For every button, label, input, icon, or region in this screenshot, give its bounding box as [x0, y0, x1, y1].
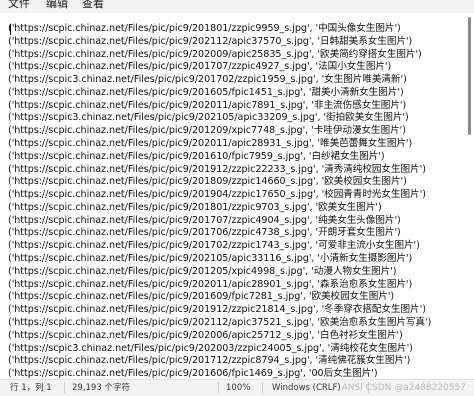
text-line: ('https://scpic.chinaz.net/Files/pic/pic… — [8, 329, 403, 341]
text-line: ('https://scpic.chinaz.net/Files/pic/pic… — [8, 355, 411, 367]
notepad-window: 文件 编辑 查看 ('https://scpic.chinaz.net/File… — [0, 0, 474, 396]
text-editor-area[interactable]: ('https://scpic.chinaz.net/Files/pic/pic… — [0, 13, 474, 379]
status-divider — [218, 382, 219, 394]
text-line: ('https://scpic.chinaz.net/Files/pic/pic… — [8, 304, 426, 316]
text-line: ('https://scpic.chinaz.net/Files/pic/pic… — [8, 61, 392, 73]
text-line: ('https://scpic.chinaz.net/Files/pic/pic… — [8, 201, 382, 213]
text-line: ('https://scpic.chinaz.net/Files/pic/pic… — [8, 214, 401, 226]
character-count: 29,193 个字符 — [72, 383, 130, 393]
cursor-position: 行 1，列 1 — [10, 383, 52, 393]
text-line: ('https://scpic.chinaz.net/Files/pic/pic… — [8, 227, 401, 239]
encoding-label: ANSI — [341, 383, 363, 393]
menu-edit[interactable]: 编辑 — [46, 0, 68, 11]
text-line: ('https://scpic.chinaz.net/Files/pic/pic… — [8, 86, 404, 98]
text-line: ('https://scpic.chinaz.net/Files/pic/pic… — [8, 265, 397, 277]
line-ending: Windows (CRLF) — [272, 383, 341, 393]
status-bar: 行 1，列 1 29,193 个字符 100% Windows (CRLF) A… — [0, 379, 474, 396]
menu-file[interactable]: 文件 — [8, 0, 30, 11]
text-line: ('https://scpic.chinaz.net/Files/pic/pic… — [8, 48, 422, 60]
text-line: ('https://scpic.chinaz.net/Files/pic/pic… — [8, 35, 413, 47]
menu-bar: 文件 编辑 查看 — [0, 0, 474, 13]
text-line: ('https://scpic.chinaz.net/Files/pic/pic… — [8, 278, 413, 290]
text-line: ('https://scpic3.chinaz.net/Files/pic/pi… — [8, 74, 407, 86]
zoom-level[interactable]: 100% — [226, 383, 250, 394]
text-line: ('https://scpic.chinaz.net/Files/pic/pic… — [8, 316, 432, 328]
watermark-text: CSDN @a2488220557 — [365, 383, 466, 393]
text-line: ('https://scpic.chinaz.net/Files/pic/pic… — [8, 23, 401, 34]
text-line: ('https://scpic.chinaz.net/Files/pic/pic… — [8, 138, 413, 150]
text-line: ('https://scpic.chinaz.net/Files/pic/pic… — [8, 176, 407, 188]
text-cursor — [10, 24, 11, 35]
text-line: ('https://scpic.chinaz.net/Files/pic/pic… — [8, 125, 406, 137]
text-line: ('https://scpic.chinaz.net/Files/pic/pic… — [8, 368, 378, 379]
text-line: ('https://scpic3.chinaz.net/Files/pic/pi… — [8, 112, 409, 124]
text-line: ('https://scpic.chinaz.net/Files/pic/pic… — [8, 150, 385, 162]
text-line: ('https://scpic3.chinaz.net/Files/pic/pi… — [8, 342, 413, 354]
vertical-scrollbar[interactable] — [464, 13, 474, 379]
scrollbar-thumb[interactable] — [468, 17, 471, 135]
text-line: ('https://scpic.chinaz.net/Files/pic/pic… — [8, 253, 413, 265]
text-line: ('https://scpic.chinaz.net/Files/pic/pic… — [8, 291, 395, 303]
text-line: ('https://scpic.chinaz.net/Files/pic/pic… — [8, 99, 407, 111]
menu-view[interactable]: 查看 — [82, 0, 104, 11]
text-line: ('https://scpic.chinaz.net/Files/pic/pic… — [8, 163, 426, 175]
status-divider — [262, 382, 263, 394]
csdn-watermark: ANSI CSDN @a2488220557 — [342, 382, 466, 394]
text-line: ('https://scpic.chinaz.net/Files/pic/pic… — [8, 189, 426, 201]
status-divider — [64, 382, 65, 394]
text-line: ('https://scpic.chinaz.net/Files/pic/pic… — [8, 240, 420, 252]
